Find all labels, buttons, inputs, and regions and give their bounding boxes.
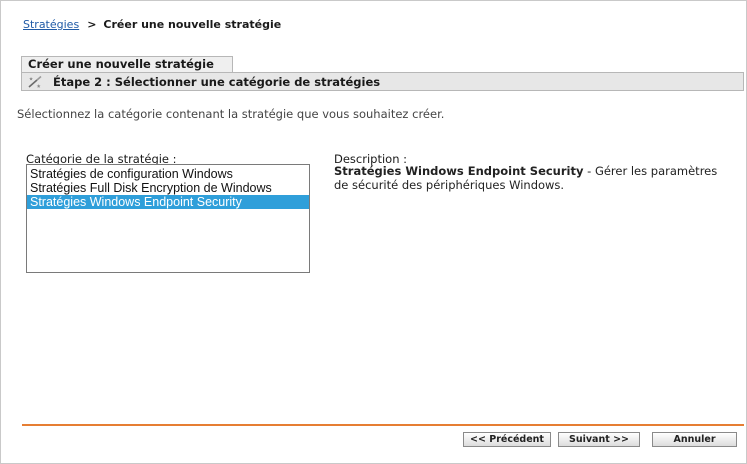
description-text: Stratégies Windows Endpoint Security - G… [334, 164, 734, 192]
step-title: Étape 2 : Sélectionner une catégorie de … [53, 75, 381, 89]
previous-button[interactable]: << Précédent [463, 432, 551, 447]
category-item-endpoint-security[interactable]: Stratégies Windows Endpoint Security [27, 195, 309, 209]
step-bar: Étape 2 : Sélectionner une catégorie de … [21, 72, 744, 91]
breadcrumb: Stratégies > Créer une nouvelle stratégie [23, 18, 281, 31]
wand-icon [27, 75, 53, 89]
wizard-header: Créer une nouvelle stratégie Étape 2 : S… [21, 53, 744, 91]
category-item-full-disk-encryption[interactable]: Stratégies Full Disk Encryption de Windo… [27, 181, 309, 195]
breadcrumb-link-strategies[interactable]: Stratégies [23, 18, 79, 31]
category-listbox[interactable]: Stratégies de configuration Windows Stra… [26, 164, 310, 273]
footer-divider [22, 424, 744, 426]
wizard-title-tab: Créer une nouvelle stratégie [21, 56, 233, 72]
instruction-text: Sélectionnez la catégorie contenant la s… [17, 107, 445, 121]
window-frame: Stratégies > Créer une nouvelle stratégie … [0, 0, 747, 464]
breadcrumb-separator: > [87, 18, 97, 31]
next-button[interactable]: Suivant >> [558, 432, 640, 447]
description-title: Stratégies Windows Endpoint Security [334, 164, 584, 178]
breadcrumb-current: Créer une nouvelle stratégie [103, 18, 282, 31]
category-item-configuration[interactable]: Stratégies de configuration Windows [27, 167, 309, 181]
cancel-button[interactable]: Annuler [652, 432, 737, 447]
